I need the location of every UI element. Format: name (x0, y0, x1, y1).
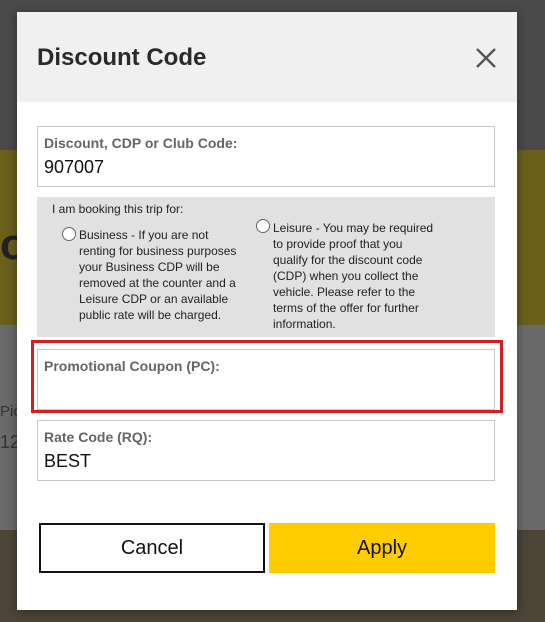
apply-button[interactable]: Apply (269, 523, 495, 573)
rate-code-field[interactable]: Rate Code (RQ): BEST (37, 420, 495, 481)
business-line: removed at the counter and a (79, 276, 236, 290)
business-line: public rate will be charged. (79, 308, 222, 322)
leisure-line: vehicle. Please refer to the (273, 285, 416, 299)
business-option-text: Business - If you are not renting for bu… (79, 227, 236, 323)
leisure-option-text: Leisure - You may be required to provide… (273, 220, 433, 332)
modal-title: Discount Code (37, 44, 207, 71)
business-line: Business - If you are not (79, 228, 209, 242)
rate-code-label: Rate Code (RQ): (44, 429, 153, 445)
leisure-line: information. (273, 317, 336, 331)
discount-code-modal: Discount Code Discount, CDP or Club Code… (17, 12, 517, 610)
close-button[interactable] (472, 44, 500, 72)
business-line: Leisure CDP or an available (79, 292, 229, 306)
leisure-line: Leisure - You may be required (273, 221, 434, 235)
leisure-radio[interactable] (256, 219, 270, 233)
discount-code-label: Discount, CDP or Club Code: (44, 135, 238, 151)
promo-coupon-field[interactable]: Promotional Coupon (PC): (37, 349, 495, 410)
business-line: your Business CDP will be (79, 260, 220, 274)
cancel-button[interactable]: Cancel (39, 523, 265, 573)
leisure-line: terms of the offer for further (273, 301, 419, 315)
business-radio[interactable] (62, 227, 76, 241)
promo-coupon-label: Promotional Coupon (PC): (44, 358, 220, 374)
modal-header: Discount Code (17, 12, 517, 102)
leisure-line: qualify for the discount code (273, 253, 423, 267)
close-icon (476, 48, 496, 68)
leisure-line: (CDP) when you collect the (273, 269, 419, 283)
booking-purpose-prompt: I am booking this trip for: (52, 202, 184, 216)
leisure-line: to provide proof that you (273, 237, 403, 251)
discount-code-field[interactable]: Discount, CDP or Club Code: 907007 (37, 126, 495, 187)
business-line: renting for business purposes (79, 244, 237, 258)
rate-code-input[interactable]: BEST (44, 451, 91, 472)
discount-code-input[interactable]: 907007 (44, 157, 104, 178)
booking-purpose-box: I am booking this trip for: Business - I… (37, 197, 495, 337)
